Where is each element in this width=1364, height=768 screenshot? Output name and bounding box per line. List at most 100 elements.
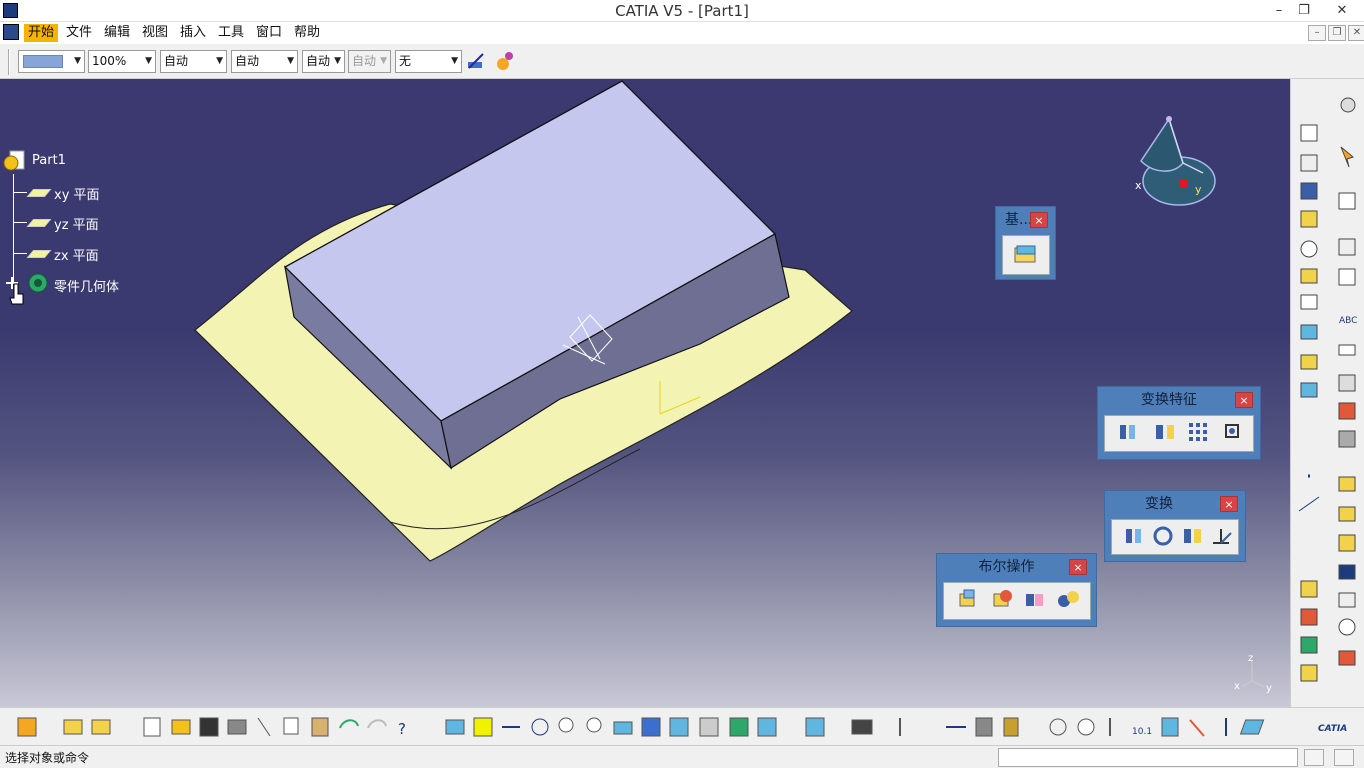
tree-item-yz-plane[interactable]: yz 平面 (54, 214, 99, 233)
transform-close-button[interactable]: × (1220, 496, 1238, 512)
maximize-button[interactable]: ❐ (1290, 1, 1318, 21)
compass-x-label: x (1135, 179, 1142, 192)
doc-minimize-button[interactable]: – (1308, 25, 1326, 41)
3d-viewport[interactable]: Part1 xy 平面 yz 平面 zx 平面 零件几何体 x y 基... ×… (0, 79, 1290, 707)
datum-mode-icon[interactable] (1011, 242, 1041, 268)
analysis-icon-4 (1300, 664, 1318, 682)
layer-select[interactable]: 无 ▼ (395, 50, 462, 73)
split-icon (1338, 564, 1356, 580)
transform-features-close-button[interactable]: × (1235, 392, 1253, 408)
menu-view[interactable]: 视图 (138, 24, 172, 42)
menu-start[interactable]: 开始 (24, 24, 59, 42)
chevron-down-icon: ▼ (380, 51, 387, 72)
document-icon[interactable] (3, 24, 19, 40)
tree-root-part1[interactable]: Part1 (32, 153, 66, 168)
tree-connector (13, 253, 27, 254)
menu-tools[interactable]: 工具 (214, 24, 248, 42)
properties-toolbar: ▼ 100% ▼ 自动 ▼ 自动 ▼ 自动 ▼ 自动 ▼ 无 ▼ (0, 45, 1364, 79)
positioned-sketch-icon (1300, 154, 1318, 172)
triad-z-label: z (1248, 653, 1253, 664)
chevron-down-icon: ▼ (74, 56, 81, 66)
boolean-toolbox[interactable]: 布尔操作 × (936, 553, 1097, 627)
doc-close-button[interactable]: ✕ (1348, 25, 1364, 41)
redo-icon (367, 719, 387, 729)
transparency-select[interactable]: 100% ▼ (88, 50, 156, 73)
translate-icon[interactable] (1120, 523, 1150, 549)
shell-icon (1338, 430, 1356, 448)
multi-view-icon (641, 717, 661, 737)
rotate-view-icon (531, 718, 549, 736)
point-type-select[interactable]: 自动 ▼ (302, 50, 345, 73)
intersect-icon[interactable] (1054, 586, 1084, 612)
knowledge-icon (1161, 717, 1179, 737)
mirror-icon[interactable] (1151, 419, 1181, 445)
cut-icon (257, 717, 271, 737)
line-thickness-select[interactable]: 自动 ▼ (160, 50, 227, 73)
draft-icon (1338, 402, 1356, 420)
minimize-button[interactable]: – (1265, 1, 1293, 21)
menu-edit[interactable]: 编辑 (100, 24, 134, 42)
window-title: CATIA V5 - [Part1] (615, 2, 749, 20)
rectangular-pattern-icon[interactable] (1185, 419, 1215, 445)
close-button[interactable]: ✕ (1328, 1, 1356, 21)
part-icon[interactable] (2, 149, 28, 173)
title-bar: CATIA V5 - [Part1] – ❐ ✕ (0, 0, 1364, 22)
dress-up-column: ABC (1338, 97, 1357, 666)
print-icon (227, 719, 247, 735)
status-button-2[interactable] (1334, 749, 1354, 766)
assemble-icon[interactable] (954, 586, 984, 612)
translation-icon[interactable] (1115, 419, 1145, 445)
scaling-icon[interactable] (1219, 419, 1249, 445)
menu-insert[interactable]: 插入 (176, 24, 210, 42)
stiffener-icon (1300, 294, 1318, 310)
loft-icon (1300, 354, 1318, 370)
transform-toolbox[interactable]: 变换 × (1104, 490, 1246, 562)
iso-view-icon (669, 717, 689, 737)
swap-space-icon (757, 717, 777, 737)
menu-window[interactable]: 窗口 (252, 24, 286, 42)
tree-item-zx-plane[interactable]: zx 平面 (54, 245, 99, 264)
fillet-icon (1338, 476, 1356, 492)
layer-value: 无 (399, 54, 412, 68)
chevron-down-icon: ▼ (216, 56, 223, 66)
line-type-select[interactable]: 自动 ▼ (231, 50, 298, 73)
toolbar-grip[interactable] (8, 49, 10, 75)
axis-to-axis-icon[interactable] (1207, 523, 1237, 549)
graphic-properties-icon[interactable] (494, 50, 516, 72)
whats-this-icon: ? (398, 720, 406, 738)
symmetry-icon[interactable] (1178, 523, 1208, 549)
remove-icon[interactable] (1020, 586, 1050, 612)
transform-features-toolbox[interactable]: 变换特征 × (1097, 386, 1261, 460)
line-icon (1298, 496, 1320, 512)
menu-help[interactable]: 帮助 (290, 24, 324, 42)
undo-icon (339, 719, 359, 729)
datum-toolbox-close-button[interactable]: × (1030, 212, 1048, 228)
boolean-body (943, 582, 1091, 620)
tree-item-xy-plane[interactable]: xy 平面 (54, 184, 100, 203)
close-surface-icon (1338, 650, 1356, 666)
doc-restore-button[interactable]: ❐ (1328, 25, 1346, 41)
compass-widget[interactable]: x y (1133, 113, 1223, 213)
right-toolbar: ABC (1290, 79, 1364, 707)
boolean-close-button[interactable]: × (1069, 559, 1087, 575)
tree-connector (13, 222, 27, 223)
color-select[interactable]: ▼ (18, 50, 85, 73)
sketch-tools-column (1298, 124, 1320, 682)
layer-style-select[interactable]: 自动 ▼ (348, 50, 391, 73)
zoom-out-icon (586, 717, 602, 733)
menu-file[interactable]: 文件 (62, 24, 96, 42)
save-icon (199, 717, 219, 737)
add-icon[interactable] (988, 586, 1018, 612)
command-input[interactable] (998, 748, 1298, 767)
status-button-1[interactable] (1304, 749, 1324, 766)
datum-toolbox[interactable]: 基... × (995, 206, 1056, 280)
camera-icon (851, 719, 873, 735)
constraint-icon (1338, 238, 1356, 256)
datum-toolbox-body (1002, 235, 1050, 275)
rotate-icon[interactable] (1149, 523, 1179, 549)
transform-body (1111, 519, 1239, 555)
painter-icon[interactable] (465, 50, 487, 72)
sketch-icon (1300, 124, 1318, 142)
table-icon (1338, 268, 1356, 286)
tree-item-part-body[interactable]: 零件几何体 (54, 276, 119, 295)
